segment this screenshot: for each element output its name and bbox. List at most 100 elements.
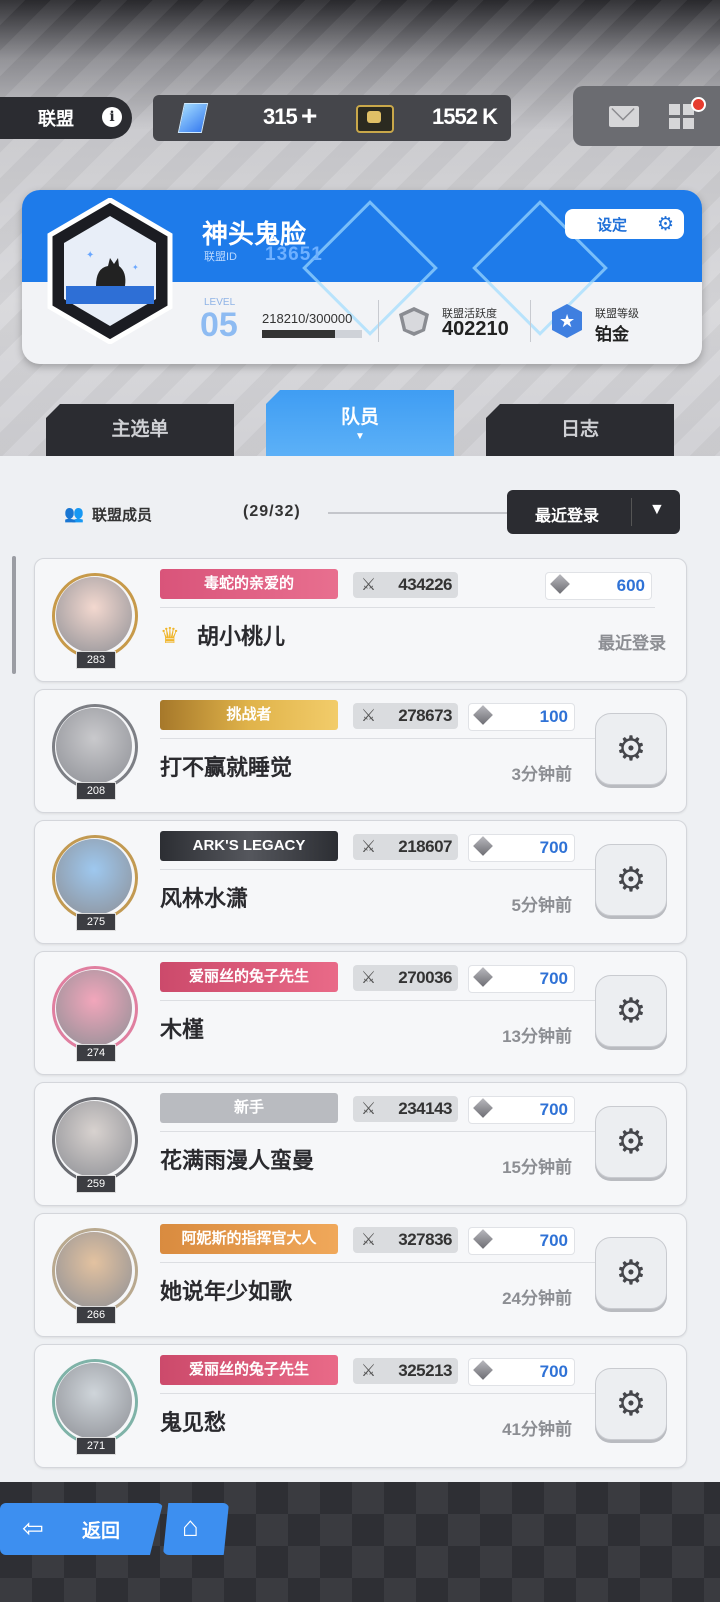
member-avatar[interactable]: 266 [49,1226,139,1324]
alliance-tab-label: 联盟 [38,109,74,129]
tab-log-label: 日志 [560,419,599,440]
member-contribution: 600 [616,576,645,595]
alliance-emblem: ✦ ✦ [47,198,173,344]
xp-progress-fill [262,330,335,338]
member-manage-button[interactable]: ⚙ [595,844,667,916]
member-row[interactable]: 271 爱丽丝的兔子先生 ⚔ 325213 700 鬼见愁 41分钟前 ⚙ [34,1344,687,1468]
divider [160,1393,655,1394]
avatar-frame [52,573,138,659]
divider [530,300,531,342]
alliance-xp: 218210/300000 [262,311,353,326]
diamond-icon [473,1360,493,1380]
gear-icon: ⚙ [615,1254,647,1292]
member-level: 274 [76,1044,116,1062]
member-manage-button[interactable]: ⚙ [595,975,667,1047]
members-icon: 👥 [64,506,84,523]
member-avatar[interactable]: 283 [49,571,139,669]
member-row[interactable]: 274 爱丽丝的兔子先生 ⚔ 270036 700 木槿 13分钟前 ⚙ [34,951,687,1075]
add-gems-plus-icon[interactable]: + [301,100,317,132]
member-power: 327836 [398,1230,452,1249]
tab-log[interactable]: 日志 [486,404,674,456]
member-contribution: 100 [539,707,568,726]
divider [328,512,508,514]
member-title: ARK'S LEGACY [192,837,306,854]
member-row[interactable]: 208 挑战者 ⚔ 278673 100 打不赢就睡觉 3分钟前 ⚙ [34,689,687,813]
member-manage-button[interactable]: ⚙ [595,1368,667,1440]
member-avatar[interactable]: 271 [49,1357,139,1455]
member-level: 208 [76,782,116,800]
sort-dropdown-value: 最近登录 [535,508,600,525]
diamond-icon [473,967,493,987]
member-contribution: 700 [539,969,568,988]
member-row[interactable]: 275 ARK'S LEGACY ⚔ 218607 700 风林水潇 5分钟前 ⚙ [34,820,687,944]
member-row[interactable]: 283 毒蛇的亲爱的 ⚔ 434226 600 ♛ 胡小桃儿 最近登录 [34,558,687,682]
crossed-swords-icon: ⚔ [361,968,377,987]
divider [160,607,655,608]
diamond-icon [473,1229,493,1249]
crossed-swords-icon: ⚔ [361,706,377,725]
contribution-box: 100 [468,703,575,731]
member-name: 胡小桃儿 [197,624,286,649]
alliance-settings-button[interactable]: 设定 ⚙ [565,209,684,239]
member-last-seen: 24分钟前 [502,1289,572,1308]
contribution-box: 700 [468,834,575,862]
member-avatar[interactable]: 208 [49,702,139,800]
scrollbar[interactable] [12,556,16,674]
gem-count: 315 [263,104,298,129]
rank-badge-icon: ★ [552,304,582,338]
member-contribution: 700 [539,1362,568,1381]
tab-main-menu[interactable]: 主选单 [46,404,234,456]
alliance-tab[interactable]: 联盟 i [0,97,132,139]
member-last-seen: 最近登录 [598,634,666,653]
home-button[interactable]: ⌂ [163,1503,229,1555]
power-box: ⚔ 327836 [353,1227,458,1253]
member-row[interactable]: 266 阿妮斯的指挥官大人 ⚔ 327836 700 她说年少如歌 24分钟前 ⚙ [34,1213,687,1337]
member-row[interactable]: 259 新手 ⚔ 234143 700 花满雨漫人蛮曼 15分钟前 ⚙ [34,1082,687,1206]
notification-dot [691,97,706,112]
avatar-frame [52,704,138,790]
alliance-level: 05 [200,306,238,344]
member-last-seen: 3分钟前 [511,765,572,784]
crossed-swords-icon: ⚔ [361,575,377,594]
member-power: 434226 [398,575,452,594]
member-manage-button[interactable]: ⚙ [595,1106,667,1178]
rank-label: 联盟等级 [595,308,639,320]
divider [160,1000,655,1001]
member-manage-button[interactable]: ⚙ [595,713,667,785]
members-count: (29/32) [243,503,301,520]
gear-icon: ⚙ [615,1123,647,1161]
tab-members[interactable]: 队员 ▼ [266,390,454,458]
member-level: 266 [76,1306,116,1324]
avatar-frame [52,835,138,921]
member-last-seen: 13分钟前 [502,1027,572,1046]
diamond-icon [473,836,493,856]
member-level: 275 [76,913,116,931]
tab-main-menu-label: 主选单 [111,419,169,440]
member-manage-button[interactable]: ⚙ [595,1237,667,1309]
power-box: ⚔ 434226 [353,572,458,598]
member-avatar[interactable]: 259 [49,1095,139,1193]
members-label: 联盟成员 [92,507,153,524]
avatar-frame [52,966,138,1052]
member-title: 爱丽丝的兔子先生 [188,968,309,985]
back-button[interactable]: ⇦ 返回 [0,1503,163,1555]
mail-icon[interactable] [609,106,639,127]
activity-shield-icon [399,307,429,336]
member-name: 风林水潇 [160,886,249,911]
member-name: 她说年少如歌 [160,1279,293,1304]
member-avatar[interactable]: 275 [49,833,139,931]
member-level: 271 [76,1437,116,1455]
member-avatar[interactable]: 274 [49,964,139,1062]
sort-dropdown[interactable]: 最近登录 ▼ [507,490,680,534]
divider [160,738,655,739]
member-name: 花满雨漫人蛮曼 [160,1148,315,1173]
info-icon[interactable]: i [102,107,122,127]
member-title-badge: 挑战者 [160,700,338,730]
divider [378,300,379,342]
crossed-swords-icon: ⚔ [361,837,377,856]
contribution-box: 700 [468,1358,575,1386]
gem-icon [177,103,209,133]
crossed-swords-icon: ⚔ [361,1099,377,1118]
member-title: 毒蛇的亲爱的 [203,575,294,592]
member-last-seen: 15分钟前 [502,1158,572,1177]
